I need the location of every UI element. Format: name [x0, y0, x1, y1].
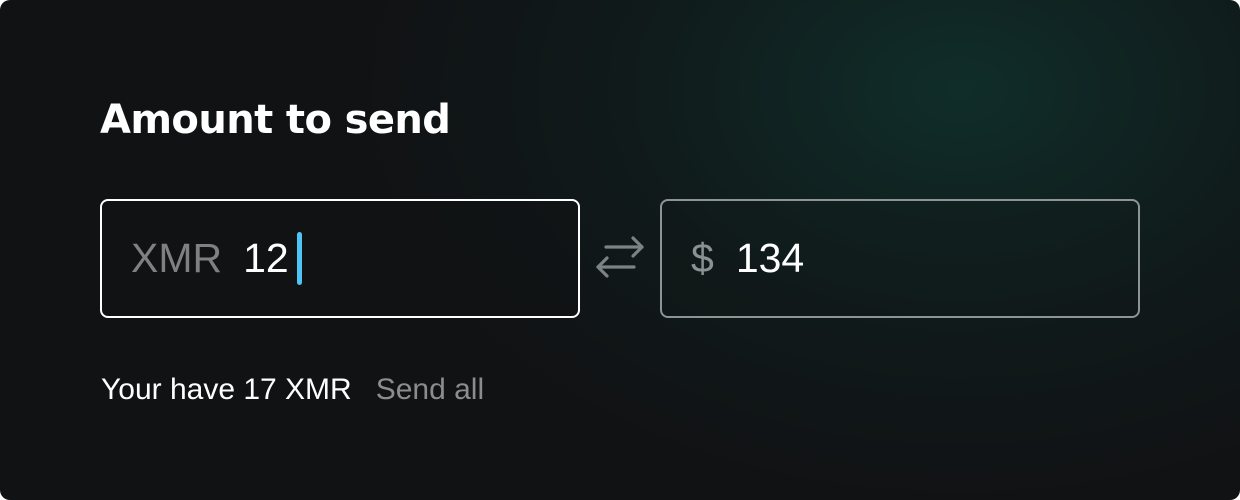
balance-text: Your have 17 XMR [101, 373, 352, 406]
balance-row: Your have 17 XMR Send all [101, 370, 484, 410]
page-title: Amount to send [100, 97, 451, 143]
usd-amount-input[interactable]: $ 134 [660, 199, 1140, 318]
text-cursor [296, 232, 302, 285]
to-amount-value: 134 [735, 235, 805, 281]
from-currency-label: XMR [131, 235, 223, 281]
send-all-link[interactable]: Send all [376, 373, 484, 407]
swap-arrows-icon[interactable] [594, 234, 646, 280]
xmr-amount-input[interactable]: XMR 12 [100, 199, 580, 318]
from-amount-value: 12 [243, 235, 289, 281]
to-currency-label: $ [691, 235, 714, 281]
send-amount-card: Amount to send XMR 12 $ 134 Your have 17… [0, 0, 1240, 500]
